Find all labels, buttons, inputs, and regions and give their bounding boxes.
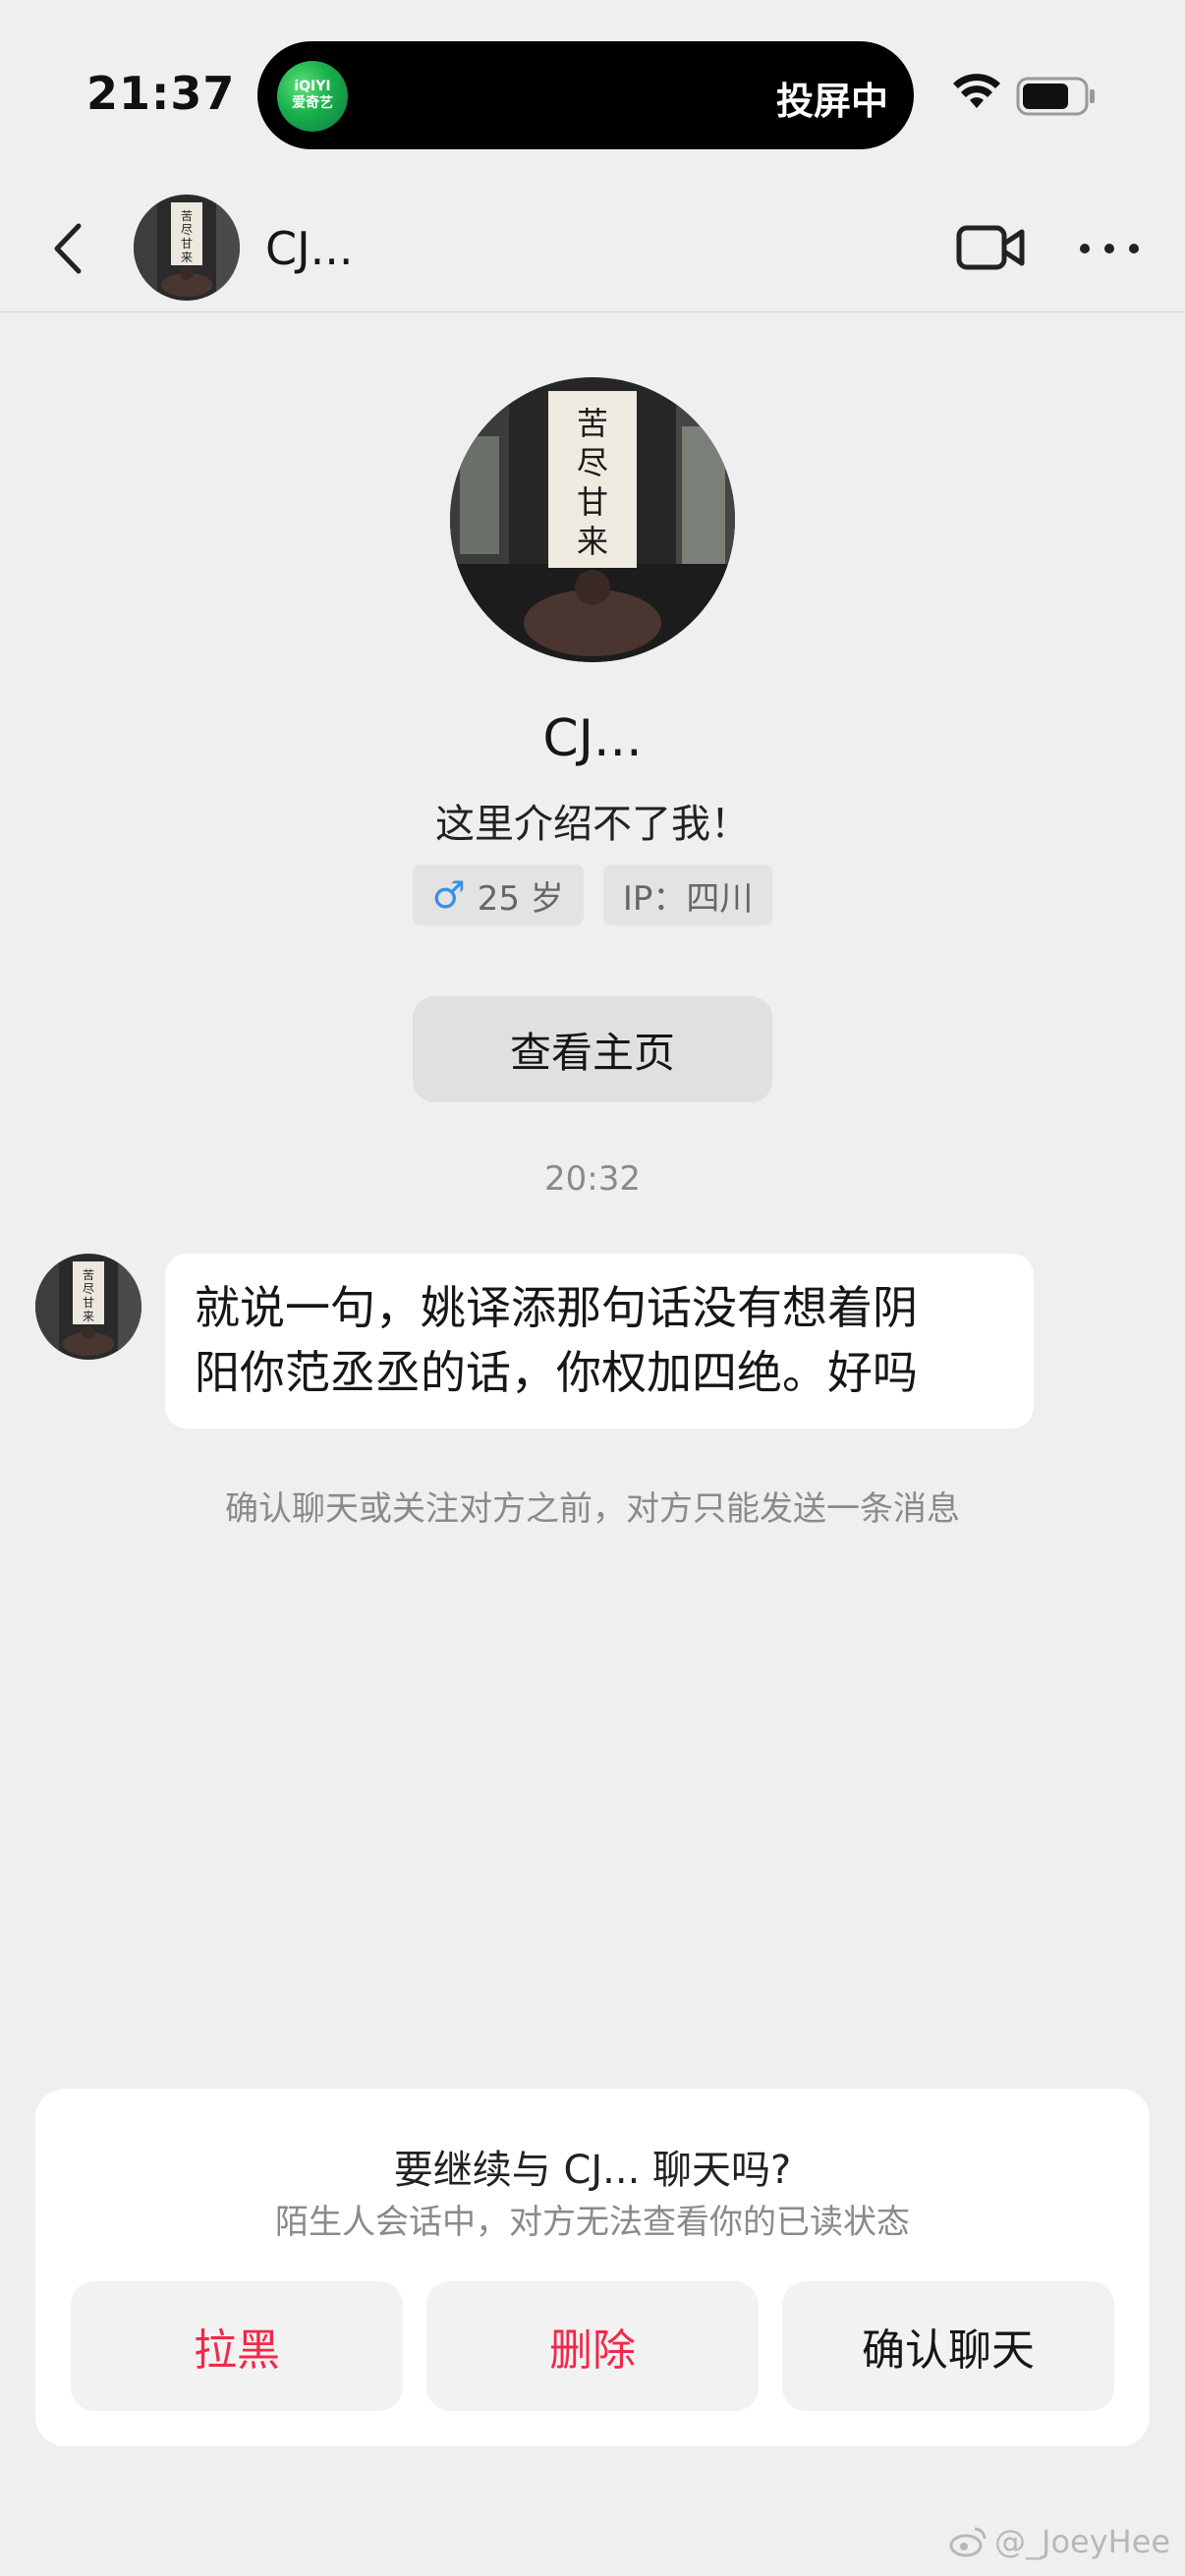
continue-chat-title: 要继续与 CJ... 聊天吗? — [393, 2148, 792, 2193]
island-app-brand: iQIYI — [294, 79, 331, 94]
age-tag: ♂ 25 岁 — [412, 865, 584, 925]
more-options-icon[interactable] — [1075, 234, 1144, 263]
continue-chat-subtitle: 陌生人会话中，对方无法查看你的已读状态 — [275, 2203, 910, 2242]
ip-tag: IP：四川 — [602, 865, 773, 925]
profile-avatar[interactable]: 苦 尽 甘 来 — [450, 377, 735, 662]
wifi-icon — [953, 74, 1000, 108]
message-text-line-1: 就说一句，姚译添那句话没有想着阴 — [195, 1281, 918, 1334]
svg-text:尽: 尽 — [577, 444, 608, 481]
block-button[interactable]: 拉黑 — [71, 2281, 403, 2411]
ip-tag-label: IP：四川 — [622, 878, 754, 919]
delete-button[interactable]: 删除 — [426, 2281, 759, 2411]
contact-name[interactable]: CJ... — [265, 222, 354, 275]
weibo-icon — [949, 2527, 987, 2557]
svg-text:来: 来 — [577, 523, 608, 560]
watermark-text: @_JoeyHee — [994, 2523, 1171, 2560]
male-icon: ♂ — [431, 873, 466, 917]
view-homepage-button[interactable]: 查看主页 — [413, 996, 772, 1102]
profile-tags: ♂ 25 岁 IP：四川 — [0, 865, 1185, 925]
message-bubble[interactable]: 就说一句，姚译添那句话没有想着阴 阳你范丞丞的话，你权加四绝。好吗 — [165, 1254, 1034, 1428]
back-arrow-icon[interactable] — [39, 214, 108, 283]
svg-text:甘: 甘 — [577, 483, 608, 521]
status-time: 21:37 — [86, 67, 236, 120]
battery-icon — [1016, 77, 1095, 116]
profile-name: CJ... — [542, 709, 643, 768]
stranger-notice: 确认聊天或关注对方之前，对方只能发送一条消息 — [225, 1489, 960, 1529]
sender-avatar[interactable]: 苦 尽 甘 来 — [35, 1254, 141, 1360]
chat-header: 苦 尽 甘 来 CJ... — [0, 185, 1185, 312]
svg-text:来: 来 — [83, 1310, 94, 1323]
message-timestamp: 20:32 — [544, 1159, 641, 1199]
message-text-line-2: 阳你范丞丞的话，你权加四绝。好吗 — [195, 1346, 918, 1399]
iqiyi-app-icon: iQIYI 爱奇艺 — [277, 61, 348, 132]
svg-text:甘: 甘 — [181, 237, 193, 251]
island-app-name: 爱奇艺 — [292, 95, 333, 111]
continue-chat-card: 要继续与 CJ... 聊天吗? 陌生人会话中，对方无法查看你的已读状态 拉黑 删… — [35, 2089, 1150, 2446]
dynamic-island[interactable]: iQIYI 爱奇艺 投屏中 — [257, 41, 914, 149]
svg-text:尽: 尽 — [181, 223, 193, 237]
svg-text:苦: 苦 — [181, 209, 193, 223]
svg-text:甘: 甘 — [83, 1296, 94, 1310]
svg-text:苦: 苦 — [83, 1268, 94, 1282]
casting-label: 投屏中 — [775, 80, 888, 123]
svg-text:苦: 苦 — [577, 405, 608, 442]
confirm-chat-button[interactable]: 确认聊天 — [782, 2281, 1114, 2411]
contact-avatar[interactable]: 苦 尽 甘 来 — [134, 195, 240, 301]
watermark: @_JoeyHee — [949, 2523, 1170, 2560]
video-call-icon[interactable] — [955, 218, 1026, 277]
screen: 21:37 iQIYI 爱奇艺 投屏中 苦 尽 甘 来 CJ... 苦 尽 甘 … — [0, 0, 1185, 2576]
svg-text:尽: 尽 — [83, 1282, 94, 1296]
svg-text:来: 来 — [181, 251, 193, 264]
age-tag-label: 25 岁 — [477, 878, 564, 919]
profile-bio: 这里介绍不了我！ — [435, 802, 750, 847]
